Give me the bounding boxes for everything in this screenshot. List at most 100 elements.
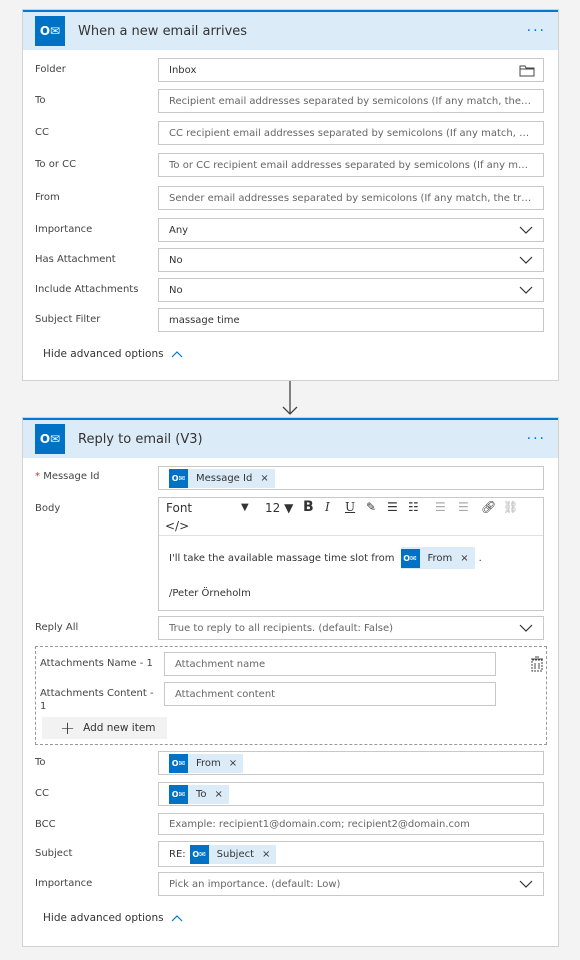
importance-dropdown[interactable]: Any — [158, 218, 544, 242]
decrease-indent-icon[interactable]: ☰ — [435, 500, 446, 514]
outlook-icon: O✉ — [35, 16, 65, 46]
include-attachments-label: Include Attachments — [35, 284, 139, 295]
outlook-icon: O✉ — [189, 844, 209, 864]
attachment-content-input[interactable]: Attachment content — [164, 682, 496, 706]
folder-picker-icon[interactable] — [519, 64, 535, 77]
chevron-down-icon — [519, 624, 533, 632]
add-new-item-button[interactable]: + Add new item — [42, 717, 167, 739]
from-placeholder: Sender email addresses separated by semi… — [169, 192, 533, 204]
bcc-input[interactable]: Example: recipient1@domain.com; recipien… — [158, 813, 544, 835]
folder-input[interactable]: Inbox — [158, 58, 544, 82]
bullet-list-icon[interactable]: ☰ — [387, 500, 398, 514]
importance-placeholder: Pick an importance. (default: Low) — [169, 878, 341, 890]
message-id-label-text: Message Id — [43, 471, 100, 482]
reply-all-dropdown[interactable]: True to reply to all recipients. (defaul… — [158, 616, 544, 640]
reply-all-placeholder: True to reply to all recipients. (defaul… — [169, 622, 394, 634]
subject-label: Subject — [35, 848, 73, 859]
chevron-up-icon — [171, 351, 183, 358]
remove-token-icon[interactable]: × — [260, 473, 268, 484]
body-editor[interactable]: Font ▼ 12 ▼ B I U ✎ ☰ ☷ ☰ ☰ 🔗︎ ⛓︎ </> I'… — [158, 497, 544, 611]
font-size-dropdown[interactable]: 12 ▼ — [265, 501, 293, 515]
importance-label: Importance — [35, 878, 93, 889]
action-card-header[interactable]: O✉ Reply to email (V3) ··· — [23, 418, 558, 458]
hide-advanced-options-button[interactable]: Hide advanced options — [43, 912, 183, 924]
attachment-name-input[interactable]: Attachment name — [164, 652, 496, 676]
italic-icon[interactable]: I — [325, 500, 330, 514]
unlink-icon[interactable]: ⛓︎ — [503, 500, 518, 514]
to-placeholder: Recipient email addresses separated by s… — [169, 95, 533, 107]
bcc-placeholder: Example: recipient1@domain.com; recipien… — [169, 818, 470, 830]
trigger-card: O✉ When a new email arrives ··· Folder I… — [22, 9, 559, 381]
chevron-down-icon — [519, 226, 533, 234]
subject-filter-label: Subject Filter — [35, 314, 101, 325]
trigger-title: When a new email arrives — [78, 23, 248, 39]
more-options-button[interactable]: ··· — [527, 23, 546, 39]
from-token[interactable]: O✉ From × — [400, 547, 475, 569]
to-or-cc-placeholder: To or CC recipient email addresses separ… — [169, 159, 533, 171]
attachment-content-label-line2: 1 — [40, 701, 47, 712]
action-card: O✉ Reply to email (V3) ··· * Message Id … — [22, 417, 559, 947]
importance-dropdown[interactable]: Pick an importance. (default: Low) — [158, 872, 544, 896]
attachment-content-placeholder: Attachment content — [175, 688, 276, 700]
body-text-end: . — [478, 552, 482, 564]
caret-down-icon[interactable]: ▼ — [241, 502, 249, 513]
attachment-name-label: Attachments Name - 1 — [40, 658, 153, 669]
rich-text-toolbar: Font ▼ 12 ▼ B I U ✎ ☰ ☷ ☰ ☰ 🔗︎ ⛓︎ </> — [159, 498, 543, 536]
to-token[interactable]: O✉ To × — [169, 784, 229, 804]
highlight-pen-icon[interactable]: ✎ — [366, 500, 376, 514]
more-options-button[interactable]: ··· — [527, 431, 546, 447]
token-label: From — [196, 757, 221, 769]
increase-indent-icon[interactable]: ☰ — [458, 500, 469, 514]
body-label: Body — [35, 503, 61, 514]
add-new-item-label: Add new item — [83, 722, 156, 734]
message-id-token[interactable]: O✉ Message Id × — [169, 468, 275, 488]
message-id-input[interactable]: O✉ Message Id × — [158, 466, 544, 490]
hide-advanced-label: Hide advanced options — [43, 912, 164, 924]
include-attachments-dropdown[interactable]: No — [158, 278, 544, 302]
remove-token-icon[interactable]: × — [229, 758, 237, 769]
reply-all-label: Reply All — [35, 622, 79, 633]
link-icon[interactable]: 🔗︎ — [481, 500, 496, 514]
remove-token-icon[interactable]: × — [262, 849, 270, 860]
include-attachments-value: No — [169, 284, 183, 296]
message-id-label: * Message Id — [35, 471, 100, 482]
required-mark: * — [35, 471, 40, 482]
outlook-icon: O✉ — [400, 548, 420, 568]
cc-input[interactable]: CC recipient email addresses separated b… — [158, 121, 544, 145]
hide-advanced-options-button[interactable]: Hide advanced options — [43, 348, 183, 360]
subject-filter-input[interactable]: massage time — [158, 308, 544, 332]
code-view-icon[interactable]: </> — [165, 519, 189, 533]
has-attachment-dropdown[interactable]: No — [158, 248, 544, 272]
trigger-card-header[interactable]: O✉ When a new email arrives ··· — [23, 10, 558, 50]
cc-input[interactable]: O✉ To × — [158, 782, 544, 806]
to-label: To — [35, 95, 46, 106]
to-label: To — [35, 757, 46, 768]
folder-value: Inbox — [169, 64, 197, 76]
from-token[interactable]: O✉ From × — [169, 753, 244, 773]
numbered-list-icon[interactable]: ☷ — [408, 500, 419, 514]
token-label: From — [427, 552, 453, 564]
cc-label: CC — [35, 788, 49, 799]
action-title: Reply to email (V3) — [78, 431, 203, 447]
subject-token[interactable]: O✉ Subject × — [189, 844, 277, 864]
delete-item-icon[interactable] — [529, 656, 545, 672]
remove-token-icon[interactable]: × — [460, 553, 468, 564]
bold-icon[interactable]: B — [303, 499, 314, 515]
subject-input[interactable]: RE: O✉ Subject × — [158, 841, 544, 867]
to-or-cc-label: To or CC — [35, 159, 77, 170]
underline-icon[interactable]: U — [345, 500, 355, 514]
body-content-line: I'll take the available massage time slo… — [169, 547, 482, 569]
chevron-down-icon — [519, 286, 533, 294]
to-input[interactable]: Recipient email addresses separated by s… — [158, 89, 544, 113]
to-input[interactable]: O✉ From × — [158, 751, 544, 775]
has-attachment-label: Has Attachment — [35, 254, 116, 265]
remove-token-icon[interactable]: × — [215, 789, 223, 800]
from-input[interactable]: Sender email addresses separated by semi… — [158, 186, 544, 210]
chevron-down-icon — [519, 880, 533, 888]
to-or-cc-input[interactable]: To or CC recipient email addresses separ… — [158, 153, 544, 177]
cc-placeholder: CC recipient email addresses separated b… — [169, 127, 533, 139]
font-value: Font — [166, 501, 193, 515]
body-text: I'll take the available massage time slo… — [169, 552, 395, 564]
outlook-icon: O✉ — [169, 468, 188, 488]
attachment-content-label: Attachments Content - 1 — [40, 687, 154, 713]
